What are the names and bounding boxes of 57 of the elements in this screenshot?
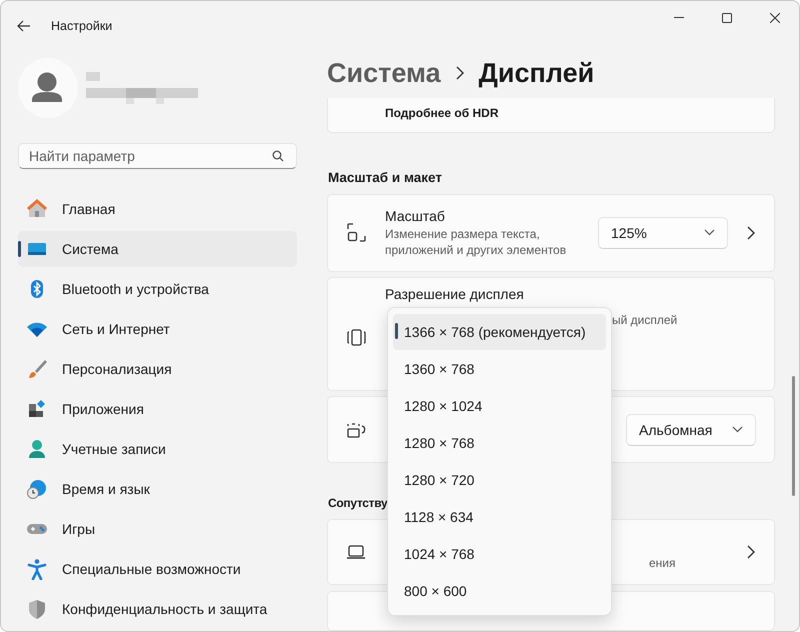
search-icon <box>272 150 284 162</box>
breadcrumb-parent[interactable]: Система <box>327 58 441 88</box>
search-bar[interactable]: Найти параметр <box>18 143 297 169</box>
section-title: Сопутству <box>328 496 388 510</box>
nav-item[interactable]: Конфиденциальность и защита <box>18 591 297 627</box>
nav-item[interactable]: Bluetooth и устройства <box>18 271 297 307</box>
maximize-icon <box>722 13 732 23</box>
accessibility-icon <box>26 558 48 580</box>
resolution-icon <box>346 327 367 348</box>
nav-item[interactable]: Время и язык <box>18 471 297 507</box>
hdr-link[interactable]: Подробнее об HDR <box>385 106 498 120</box>
caret-icon <box>732 426 743 434</box>
close-icon <box>770 13 780 23</box>
back-button[interactable] <box>17 20 31 32</box>
scale-icon <box>346 222 367 244</box>
nav-item[interactable]: Учетные записи <box>18 431 297 467</box>
nav-item[interactable]: Система <box>18 231 297 267</box>
nav-item[interactable]: Главная <box>18 191 297 227</box>
menu-item[interactable]: 1360 × 768 <box>393 351 606 387</box>
apps-icon <box>26 398 48 420</box>
section-title: Масштаб и макет <box>328 170 443 185</box>
menu-item[interactable]: 800 × 600 <box>393 573 606 609</box>
page-title: Дисплей <box>478 58 594 88</box>
shield-icon <box>26 598 48 620</box>
nav-item[interactable]: Сеть и Интернет <box>18 311 297 347</box>
caret-icon <box>704 229 715 236</box>
search-field[interactable]: Найти параметр <box>29 148 272 164</box>
scrollbar-thumb[interactable] <box>792 376 795 496</box>
avatar-icon <box>18 58 78 118</box>
setting-description: ый дисплей <box>612 312 678 328</box>
laptop-icon <box>346 544 366 560</box>
menu-item[interactable]: 1128 × 634 <box>393 499 606 535</box>
setting-description: Изменение размера текста, приложений и других элементов <box>385 226 568 258</box>
menu-item[interactable]: 1024 × 768 <box>393 536 606 572</box>
menu-item[interactable]: 1280 × 720 <box>393 462 606 498</box>
chevron-right-icon <box>746 545 756 560</box>
back-arrow-icon <box>17 20 31 32</box>
setting-description: ения <box>649 555 677 572</box>
globe-clock-icon <box>26 478 48 500</box>
menu-item[interactable]: 1366 × 768 (рекомендуется) <box>393 314 606 350</box>
setting-title: Масштаб <box>385 208 446 224</box>
nav-item[interactable]: Приложения <box>18 391 297 427</box>
breadcrumb-chevron-icon <box>454 66 465 80</box>
nav-item[interactable]: Персонализация <box>18 351 297 387</box>
window-title: Настройки <box>51 19 114 33</box>
user-icon <box>26 438 48 460</box>
menu-item[interactable]: 1280 × 768 <box>393 425 606 461</box>
nav-item[interactable]: Специальные возможности <box>18 551 297 587</box>
chevron-right-icon <box>746 226 756 240</box>
orientation-dropdown[interactable]: Альбомная <box>626 414 756 446</box>
nav-item[interactable]: Игры <box>18 511 297 547</box>
setting-title: Разрешение дисплея <box>385 286 525 302</box>
menu-item[interactable]: 1280 × 1024 <box>393 388 606 424</box>
home-icon <box>26 198 48 220</box>
minimize-icon <box>674 17 684 19</box>
scale-dropdown[interactable]: 125% <box>598 216 728 249</box>
brush-icon <box>26 358 48 380</box>
